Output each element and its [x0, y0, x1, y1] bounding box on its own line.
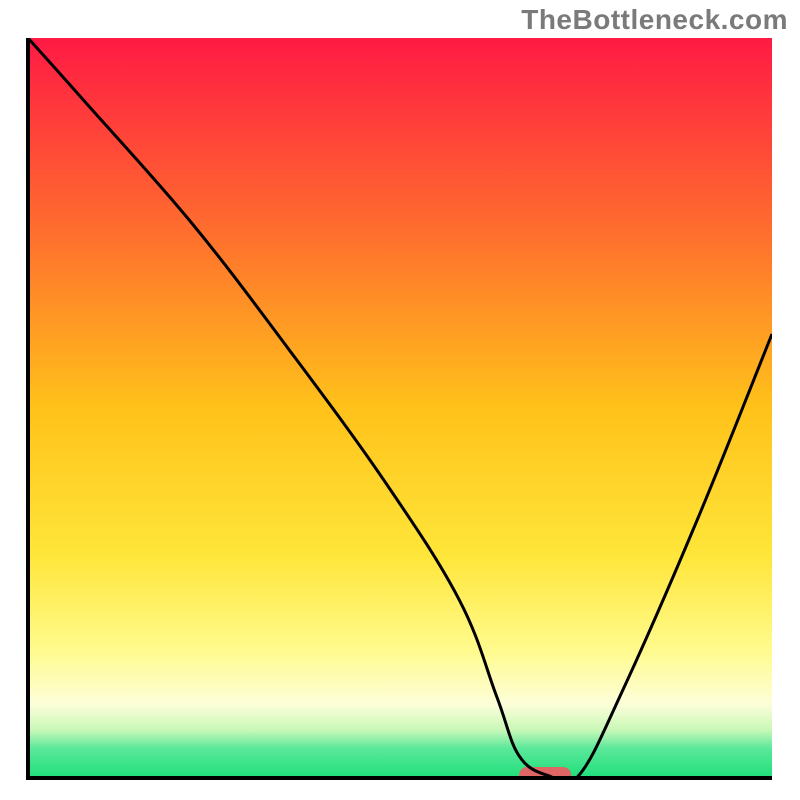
gradient-background — [28, 38, 772, 778]
chart-svg — [0, 0, 800, 800]
plot-area — [28, 38, 772, 784]
bottleneck-chart: TheBottleneck.com — [0, 0, 800, 800]
watermark-label: TheBottleneck.com — [521, 4, 788, 36]
